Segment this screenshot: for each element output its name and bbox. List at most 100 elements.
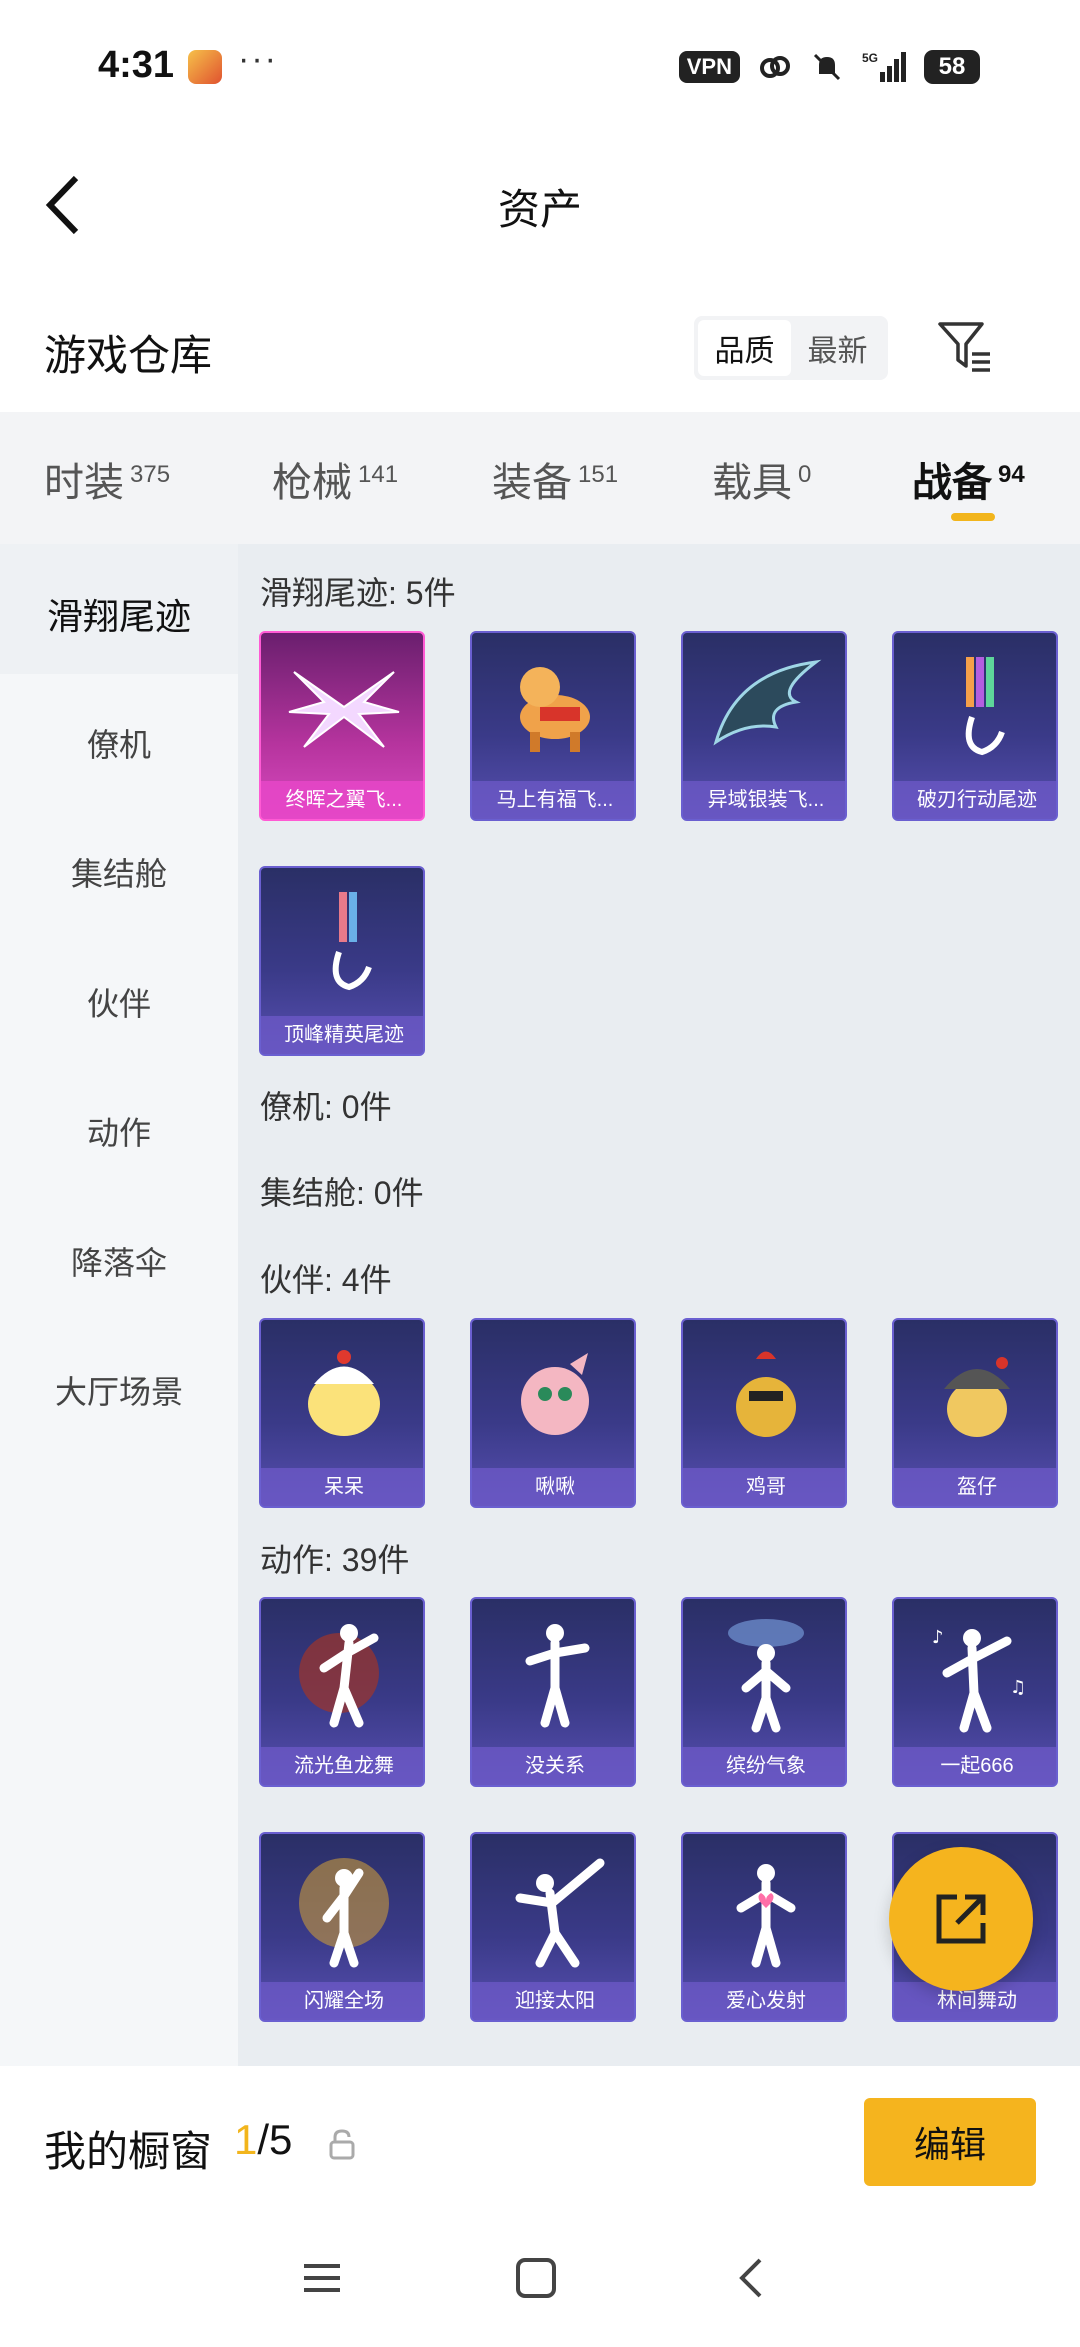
sort-quality-button[interactable]: 品质 [698,320,791,376]
home-icon[interactable] [514,2256,558,2300]
item-card[interactable]: 异域银装飞... [681,631,847,821]
warehouse-title: 游戏仓库 [44,332,213,379]
tab-vehicles[interactable]: 载具 0 [712,450,811,508]
group-title-glide: 滑翔尾迹: 5件 [260,575,456,611]
group-title-partner: 伙伴: 4件 [260,1262,392,1298]
item-card[interactable]: 爱心发射 [681,1832,847,2022]
tab-label: 装备 [492,461,572,505]
sort-toggle: 品质 最新 [694,316,888,380]
heart-dancer-icon [683,1834,845,1982]
item-name: 马上有福飞... [472,781,634,819]
nav-back-icon[interactable] [730,2256,774,2300]
item-name: 破刃行动尾迹 [894,781,1056,819]
sort-latest-button[interactable]: 最新 [791,320,884,376]
tab-fashion[interactable]: 时装 375 [44,450,170,508]
item-name: 异域银装飞... [683,781,845,819]
group-title-pod: 集结舱: 0件 [260,1175,424,1211]
item-name: 缤纷气象 [683,1747,845,1785]
music-dancer-icon: ♪ ♫ [894,1599,1056,1747]
rooster-icon [683,1320,845,1468]
tab-equipment[interactable]: 装备 151 [492,450,618,508]
showcase-total: /5 [257,2116,293,2163]
item-card[interactable]: 啾啾 [470,1318,636,1508]
chick-icon [261,1320,423,1468]
filter-icon[interactable] [936,318,994,376]
helmet-chick-icon [894,1320,1056,1468]
item-name: 闪耀全场 [261,1982,423,2020]
tab-count: 94 [998,460,1025,488]
item-name: 鸡哥 [683,1468,845,1506]
sidebar-item-partner[interactable]: 伙伴 [0,979,238,1025]
trail-icon [261,868,423,1016]
item-name: 流光鱼龙舞 [261,1747,423,1785]
tab-count: 375 [130,460,171,488]
item-name: 一起666 [894,1747,1056,1785]
item-name: 盔仔 [894,1468,1056,1506]
vpn-badge: VPN [678,51,740,83]
item-name: 顶峰精英尾迹 [261,1016,423,1054]
category-tabs: 时装 375 枪械 141 装备 151 载具 0 战备 94 [0,412,1080,544]
item-card[interactable]: ♪ ♫ 一起666 [892,1597,1058,1787]
dancer-icon [261,1599,423,1747]
share-button[interactable] [889,1847,1033,1991]
item-card[interactable]: 没关系 [470,1597,636,1787]
item-card[interactable]: 缤纷气象 [681,1597,847,1787]
status-bar: 4:31 ··· VPN 5G 58 [0,0,1080,130]
sidebar-item-emote[interactable]: 动作 [0,1108,238,1154]
item-card[interactable]: 闪耀全场 [259,1832,425,2022]
share-icon [936,1894,986,1944]
lock-icon [329,2129,355,2160]
tab-count: 0 [798,460,812,488]
dancer-icon [472,1599,634,1747]
menu-icon[interactable] [300,2256,344,2300]
item-name: 迎接太阳 [472,1982,634,2020]
link-icon [760,56,790,78]
sidebar-item-glide-trail[interactable]: 滑翔尾迹 [0,544,238,672]
showcase-label: 我的橱窗 [44,2128,213,2175]
tab-label: 时装 [44,461,124,505]
item-card[interactable]: 迎接太阳 [470,1832,636,2022]
mute-icon [813,53,841,81]
signal-icon: 5G [862,51,906,82]
network-label: 5G [862,51,878,65]
item-card[interactable]: 终晖之翼飞... [259,631,425,821]
weather-dancer-icon [683,1599,845,1747]
horse-icon [472,633,634,781]
sidebar-item-pod[interactable]: 集结舱 [0,849,238,895]
sparkle-dancer-icon [261,1834,423,1982]
item-card[interactable]: 鸡哥 [681,1318,847,1508]
wing-icon [261,633,423,781]
item-name: 呆呆 [261,1468,423,1506]
status-time: 4:31 [98,44,175,86]
dab-dancer-icon [472,1834,634,1982]
svg-text:♫: ♫ [1010,1677,1026,1698]
page-title: 资产 [497,186,582,233]
item-card[interactable]: 流光鱼龙舞 [259,1597,425,1787]
sidebar-item-lobby-scene[interactable]: 大厅场景 [0,1367,238,1413]
item-card[interactable]: 顶峰精英尾迹 [259,866,425,1056]
tab-label: 载具 [712,461,792,505]
bird-icon [472,1320,634,1468]
wing-icon [683,633,845,781]
sidebar-item-parachute[interactable]: 降落伞 [0,1238,238,1284]
edit-button[interactable]: 编辑 [864,2098,1036,2186]
tab-guns[interactable]: 枪械 141 [272,450,398,508]
more-notifications-icon: ··· [238,40,278,78]
item-card[interactable]: 盔仔 [892,1318,1058,1508]
tab-count: 151 [578,460,619,488]
trail-icon [894,633,1056,781]
tab-readiness[interactable]: 战备 94 [912,450,1025,508]
battery-indicator: 58 [924,50,980,84]
item-card[interactable]: 呆呆 [259,1318,425,1508]
item-card[interactable]: 破刃行动尾迹 [892,631,1058,821]
group-title-wingman: 僚机: 0件 [260,1089,392,1125]
tab-count: 141 [358,460,399,488]
active-tab-indicator [951,513,995,521]
group-title-emote: 动作: 39件 [260,1542,410,1578]
sidebar-item-wingman[interactable]: 僚机 [0,720,238,766]
showcase-count: 1/5 [234,2116,292,2164]
item-card[interactable]: 马上有福飞... [470,631,636,821]
item-name: 终晖之翼飞... [261,781,423,819]
tab-label: 枪械 [272,461,352,505]
item-name: 啾啾 [472,1468,634,1506]
